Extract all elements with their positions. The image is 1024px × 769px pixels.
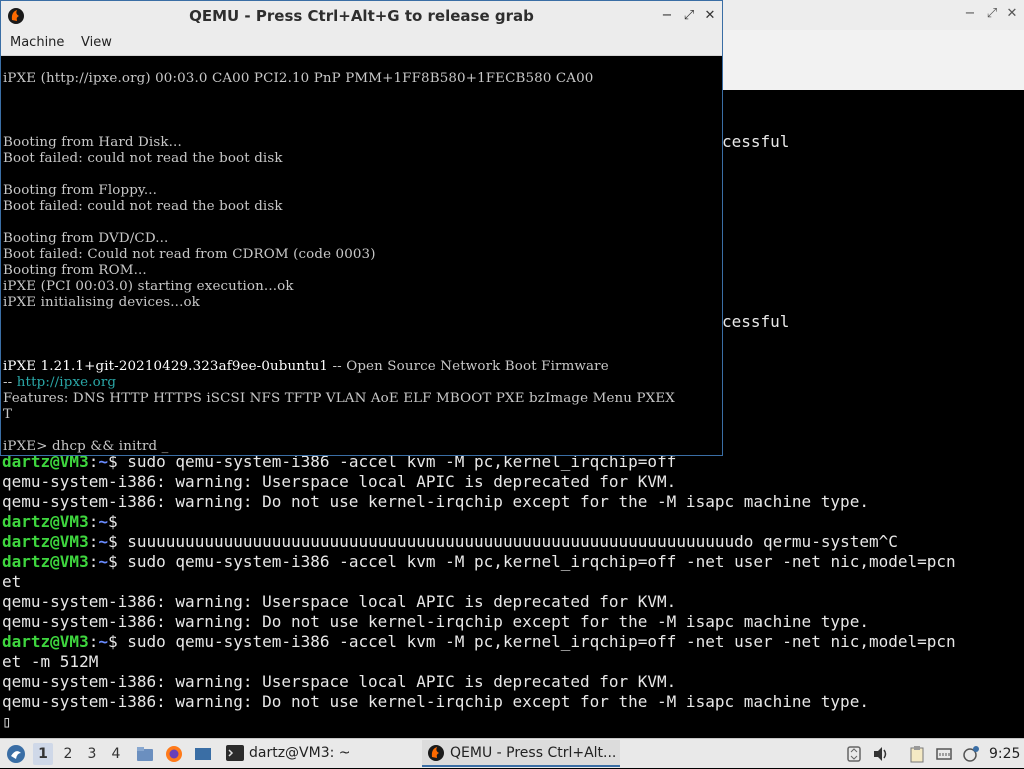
qemu-window-title: QEMU - Press Ctrl+Alt+G to release grab <box>189 7 534 25</box>
qemu-titlebar[interactable]: QEMU - Press Ctrl+Alt+G to release grab … <box>1 1 722 32</box>
prompt-user: dartz@VM3 <box>2 552 89 571</box>
qemu-window[interactable]: QEMU - Press Ctrl+Alt+G to release grab … <box>0 0 723 456</box>
taskbar: 1 2 3 4 dartz@VM3: ~ QEMU - Press Ctrl+A… <box>0 738 1024 768</box>
close-icon[interactable]: ✕ <box>1004 6 1020 22</box>
prompt-symbol: $ <box>107 552 118 571</box>
terminal-line: et <box>2 572 22 591</box>
maximize-icon[interactable]: ⤢ <box>984 6 1000 22</box>
boot-message-line: Boot failed: could not read the boot dis… <box>3 151 283 166</box>
menu-view[interactable]: View <box>81 31 112 55</box>
prompt-colon: : <box>88 552 99 571</box>
workspace-4[interactable]: 4 <box>106 743 126 765</box>
boot-message-line: iPXE (PCI 00:03.0) starting execution...… <box>3 279 294 294</box>
prompt-symbol: $ <box>107 632 118 651</box>
terminal-line: qemu-system-i386: warning: Userspace loc… <box>2 672 677 691</box>
prompt-path: ~ <box>98 512 108 531</box>
boot-message-line: Booting from Floppy... <box>3 183 158 198</box>
prompt-user: dartz@VM3 <box>2 512 89 531</box>
prompt-user: dartz@VM3 <box>2 532 89 551</box>
prompt-colon: : <box>88 532 99 551</box>
scroll-lock-icon[interactable] <box>845 745 863 763</box>
command-text: sudo qemu-system-i386 -accel kvm -M pc,k… <box>117 552 956 571</box>
ipxe-command-prompt[interactable]: iPXE> dhcp && initrd _ <box>3 439 169 455</box>
prompt-user: dartz@VM3 <box>2 632 89 651</box>
workspace-2[interactable]: 2 <box>58 743 78 765</box>
notification-icon[interactable] <box>962 745 980 763</box>
start-menu-icon[interactable] <box>6 744 26 764</box>
terminal-line: dartz@VM3:~$ suuuuuuuuuuuuuuuuuuuuuuuuuu… <box>2 532 898 552</box>
prompt-path: ~ <box>98 552 108 571</box>
prompt-colon: : <box>88 512 99 531</box>
terminal-line: qemu-system-i386: warning: Userspace loc… <box>2 592 677 611</box>
boot-message-line: iPXE initialising devices...ok <box>3 295 200 310</box>
qemu-vm-display[interactable]: iPXE (http://ipxe.org) 00:03.0 CA00 PCI2… <box>1 56 722 455</box>
close-icon[interactable]: ✕ <box>702 8 718 24</box>
terminal-line: et -m 512M <box>2 652 99 671</box>
command-text: suuuuuuuuuuuuuuuuuuuuuuuuuuuuuuuuuuuuuuu… <box>117 532 898 551</box>
terminal-icon <box>226 745 244 761</box>
command-text: sudo qemu-system-i386 -accel kvm -M pc,k… <box>117 632 956 651</box>
volume-icon[interactable] <box>872 745 890 763</box>
clipboard-icon[interactable] <box>908 745 926 763</box>
firefox-icon[interactable] <box>165 745 183 763</box>
prompt-symbol: $ <box>107 532 118 551</box>
ipxe-url-line: -- http://ipxe.org <box>3 375 117 390</box>
boot-message-line: Booting from Hard Disk... <box>3 135 182 150</box>
network-icon[interactable] <box>935 745 953 763</box>
boot-message-line: Booting from DVD/CD... <box>3 231 169 246</box>
terminal-line: qemu-system-i386: warning: Do not use ke… <box>2 492 869 511</box>
menu-machine[interactable]: Machine <box>10 31 64 55</box>
workspace-1[interactable]: 1 <box>33 743 53 765</box>
prompt-colon: : <box>88 632 99 651</box>
restore-icon[interactable]: ⤢ <box>681 8 697 24</box>
terminal-line: qemu-system-i386: warning: Do not use ke… <box>2 692 869 711</box>
minimize-icon[interactable]: − <box>962 6 978 22</box>
minimize-icon[interactable]: − <box>659 8 675 24</box>
ipxe-features-wrap: T <box>3 407 13 422</box>
ipxe-features-line: Features: DNS HTTP HTTPS iSCSI NFS TFTP … <box>3 391 675 406</box>
task-terminal[interactable]: dartz@VM3: ~ <box>222 740 418 767</box>
terminal-line: ▯ <box>2 712 12 731</box>
task-qemu-label: QEMU - Press Ctrl+Alt... <box>450 745 617 761</box>
terminal-partial-line: cessful <box>722 132 790 151</box>
show-desktop-icon[interactable] <box>194 745 212 763</box>
workspace-3[interactable]: 3 <box>82 743 102 765</box>
clock[interactable]: 9:25 <box>989 739 1020 769</box>
terminal-line: dartz@VM3:~$ sudo qemu-system-i386 -acce… <box>2 632 956 652</box>
ipxe-version-line: iPXE 1.21.1+git-20210429.323af9ee-0ubunt… <box>3 359 609 374</box>
terminal-line: dartz@VM3:~$ sudo qemu-system-i386 -acce… <box>2 552 956 572</box>
task-qemu[interactable]: QEMU - Press Ctrl+Alt... <box>422 740 620 767</box>
terminal-line: dartz@VM3:~$ <box>2 512 118 532</box>
prompt-path: ~ <box>98 532 108 551</box>
prompt-symbol: $ <box>107 512 118 531</box>
file-manager-icon[interactable] <box>136 745 154 763</box>
terminal-line: qemu-system-i386: warning: Do not use ke… <box>2 612 869 631</box>
prompt-path: ~ <box>98 632 108 651</box>
task-terminal-label: dartz@VM3: ~ <box>249 745 351 761</box>
terminal-line: qemu-system-i386: warning: Userspace loc… <box>2 472 677 491</box>
ipxe-header-line: iPXE (http://ipxe.org) 00:03.0 CA00 PCI2… <box>3 71 594 86</box>
terminal-partial-line: cessful <box>722 312 790 331</box>
boot-message-line: Boot failed: could not read the boot dis… <box>3 199 283 214</box>
boot-message-line: Boot failed: Could not read from CDROM (… <box>3 247 376 262</box>
qemu-icon <box>428 745 444 761</box>
boot-message-line: Booting from ROM... <box>3 263 147 278</box>
qemu-menubar: Machine View <box>1 31 722 56</box>
